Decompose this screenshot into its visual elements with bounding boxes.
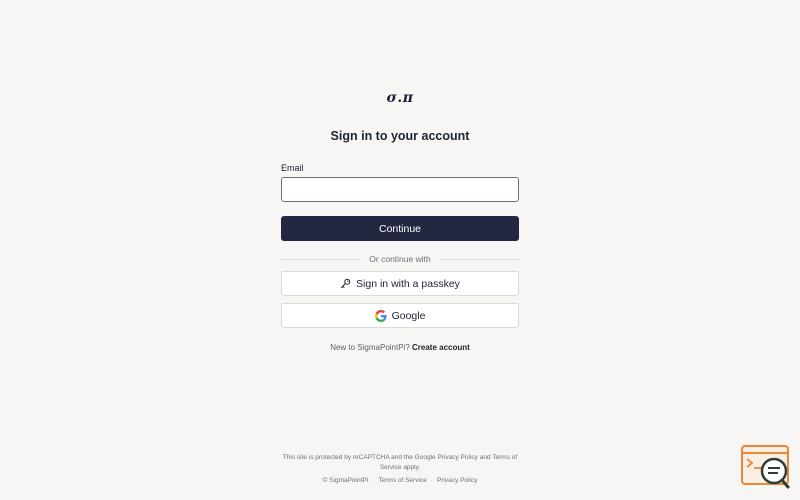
help-chat-icon: [740, 445, 792, 494]
signup-prompt: New to SigmaPointPi? Create account: [281, 342, 519, 354]
login-card: σ.π Sign in to your account Email Contin…: [281, 88, 520, 354]
email-field[interactable]: [281, 177, 519, 202]
divider-line-right: [439, 258, 520, 260]
footer: This site is protected by reCAPTCHA and …: [281, 453, 519, 486]
divider: Or continue with: [281, 252, 520, 266]
google-button-label: Google: [391, 309, 426, 322]
recaptcha-privacy-link[interactable]: Privacy Policy: [437, 454, 477, 461]
recaptcha-text: This site is protected by reCAPTCHA and …: [282, 454, 436, 461]
footer-privacy-link[interactable]: Privacy Policy: [437, 476, 477, 486]
continue-button[interactable]: Continue: [281, 216, 519, 241]
help-chat-widget[interactable]: [740, 444, 792, 490]
footer-terms-link[interactable]: Terms of Service: [378, 476, 426, 486]
passkey-button-label: Sign in with a passkey: [356, 277, 460, 290]
divider-text: Or continue with: [369, 254, 431, 264]
brand-logo: σ.π: [386, 90, 414, 106]
copyright: © SigmaPointPi: [322, 477, 369, 484]
key-icon: [340, 278, 351, 289]
footer-separator: ·: [430, 477, 433, 484]
email-label: Email: [281, 163, 304, 173]
signup-prompt-text: New to SigmaPointPi?: [330, 343, 410, 352]
recaptcha-apply-text: apply.: [403, 464, 421, 471]
footer-links: © SigmaPointPi · Terms of Service · Priv…: [281, 476, 519, 486]
divider-line-left: [281, 258, 361, 260]
footer-separator: ·: [372, 477, 375, 484]
page-title: Sign in to your account: [330, 129, 470, 143]
recaptcha-and-text: and: [479, 454, 491, 461]
create-account-link[interactable]: Create account: [412, 343, 470, 352]
passkey-button[interactable]: Sign in with a passkey: [281, 271, 519, 296]
google-button[interactable]: Google: [281, 303, 519, 328]
recaptcha-notice: This site is protected by reCAPTCHA and …: [281, 453, 519, 473]
google-icon: [374, 309, 387, 322]
